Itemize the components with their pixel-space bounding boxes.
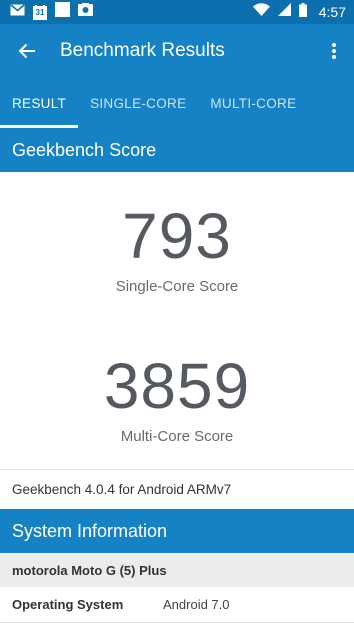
status-icons-right: 4:57 [252, 2, 346, 22]
signal-icon [277, 3, 291, 21]
square-icon [55, 2, 70, 22]
gmail-icon [10, 3, 25, 21]
geekbench-score-header: Geekbench Score [0, 128, 354, 172]
app-bar: Benchmark Results [0, 24, 354, 78]
tab-result[interactable]: RESULT [0, 78, 79, 128]
tab-multi-core[interactable]: MULTI-CORE [198, 78, 308, 128]
battery-icon [298, 2, 307, 22]
scores-panel: 793 Single-Core Score 3859 Multi-Core Sc… [0, 172, 354, 469]
single-core-block: 793 Single-Core Score [0, 204, 354, 295]
multi-core-score: 3859 [103, 350, 251, 422]
status-icons-left: 31 [10, 2, 93, 22]
tab-bar: RESULT SINGLE-CORE MULTI-CORE [0, 78, 354, 128]
device-name: motorola Moto G (5) Plus [0, 553, 354, 587]
calendar-day: 31 [35, 7, 45, 17]
version-info: Geekbench 4.0.4 for Android ARMv7 [0, 469, 354, 509]
single-core-label: Single-Core Score [115, 278, 239, 295]
info-value: Android 7.0 [163, 597, 230, 612]
info-key: Operating System [12, 597, 124, 612]
multi-core-label: Multi-Core Score [120, 428, 234, 445]
tab-single-core[interactable]: SINGLE-CORE [78, 78, 198, 128]
system-information-header: System Information [0, 509, 354, 553]
calendar-icon: 31 [33, 4, 47, 20]
photo-icon [78, 3, 93, 21]
more-options-icon[interactable] [324, 39, 344, 63]
info-row-operating-system: Operating System Android 7.0 [0, 587, 354, 623]
clock: 4:57 [318, 4, 346, 20]
wifi-icon [252, 3, 270, 21]
status-bar: 31 4:57 [0, 0, 354, 24]
single-core-score: 793 [122, 200, 232, 272]
back-arrow-icon[interactable] [16, 40, 38, 62]
page-title: Benchmark Results [60, 40, 225, 61]
multi-core-block: 3859 Multi-Core Score [0, 354, 354, 445]
